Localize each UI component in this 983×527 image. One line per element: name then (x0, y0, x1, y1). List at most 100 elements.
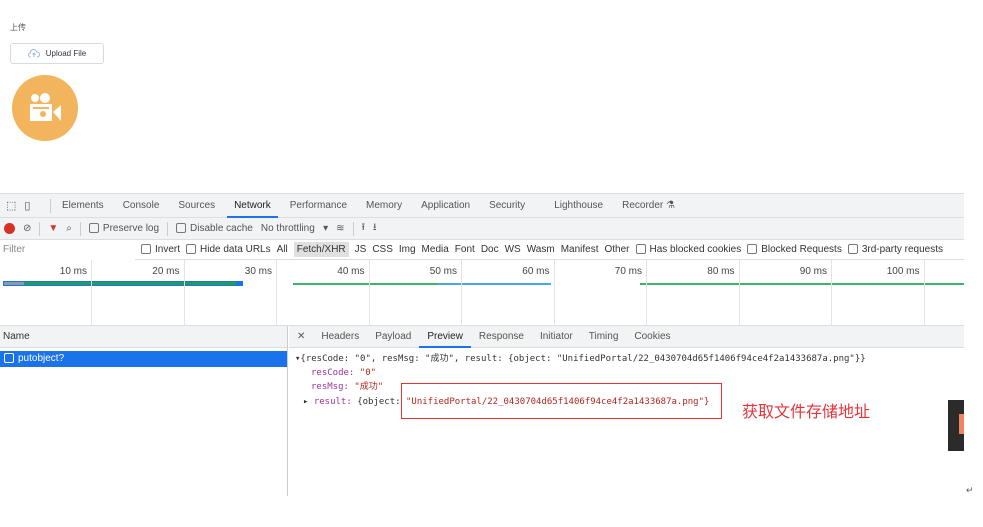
filter-type-js[interactable]: JS (355, 244, 367, 255)
timeline-gridline (461, 260, 462, 326)
timeline-gridline (831, 260, 832, 326)
network-toolbar: ⊘ ▼ ⌕ Preserve log Disable cache No thro… (0, 218, 964, 240)
third-party-requests-checkbox[interactable]: 3rd-party requests (847, 244, 943, 255)
filter-type-other[interactable]: Other (604, 244, 629, 255)
network-conditions-icon[interactable]: ≋ (336, 223, 344, 234)
device-toolbar-icon[interactable]: ▯ (24, 199, 30, 212)
video-camera-icon (30, 93, 61, 121)
filter-type-ws[interactable]: WS (505, 244, 521, 255)
filter-type-all[interactable]: All (277, 244, 288, 255)
filter-type-css[interactable]: CSS (372, 244, 393, 255)
preserve-log-checkbox[interactable]: Preserve log (88, 223, 160, 234)
checkbox-icon (635, 244, 646, 255)
timeline-gridline (183, 260, 185, 326)
record-icon[interactable] (4, 223, 15, 234)
disable-cache-label: Disable cache (190, 223, 253, 234)
tab-headers[interactable]: Headers (313, 326, 367, 348)
tab-lighthouse[interactable]: Lighthouse (547, 194, 610, 218)
timeline-gridline (738, 260, 740, 326)
blocked-requests-checkbox[interactable]: Blocked Requests (747, 244, 842, 255)
detail-tabbar: ✕ Headers Payload Preview Response Initi… (289, 326, 964, 348)
clear-icon[interactable]: ⊘ (23, 223, 31, 234)
divider (79, 221, 81, 236)
timeline-tick-label: 60 ms (522, 266, 550, 277)
tab-memory[interactable]: Memory (359, 194, 409, 218)
timeline-tick-label: 10 ms (59, 266, 87, 277)
timeline-gridline (91, 260, 92, 326)
json-root-row[interactable]: ▾{resCode: "0", resMsg: "成功", result: {o… (295, 352, 964, 366)
filter-type-wasm[interactable]: Wasm (527, 244, 555, 255)
json-rescode-row: resCode: "0" (295, 366, 964, 380)
tab-performance[interactable]: Performance (283, 194, 354, 218)
export-har-icon[interactable]: ⭳ (373, 220, 377, 237)
tab-response[interactable]: Response (471, 326, 532, 348)
tab-payload[interactable]: Payload (367, 326, 419, 348)
filter-type-font[interactable]: Font (455, 244, 475, 255)
tab-sources[interactable]: Sources (171, 194, 222, 218)
filter-type-media[interactable]: Media (422, 244, 449, 255)
has-blocked-cookies-label: Has blocked cookies (649, 244, 742, 255)
filter-input[interactable]: Filter (0, 239, 135, 260)
tab-cookies[interactable]: Cookies (626, 326, 678, 348)
filter-type-fetch-xhr[interactable]: Fetch/XHR (293, 242, 349, 257)
cloud-upload-icon (27, 49, 40, 58)
preserve-log-label: Preserve log (102, 223, 160, 234)
json-key: result: (313, 397, 352, 407)
checkbox-icon (88, 223, 99, 234)
upload-file-button[interactable]: Upload File (10, 43, 104, 64)
close-icon[interactable]: ✕ (289, 326, 313, 348)
timeline-gridline (646, 260, 647, 326)
filter-type-doc[interactable]: Doc (481, 244, 499, 255)
video-camera-avatar (12, 75, 78, 141)
divider (167, 221, 169, 236)
inspect-element-icon[interactable]: ⬚ (6, 199, 16, 212)
timeline-tick-label: 70 ms (614, 266, 642, 277)
tab-application[interactable]: Application (414, 194, 477, 218)
timeline-bar-2 (293, 283, 438, 285)
import-har-icon[interactable]: ⭱ (362, 220, 366, 237)
throttling-select[interactable]: No throttling ▾ (261, 223, 328, 234)
widget-accent (959, 414, 964, 434)
divider (352, 221, 354, 236)
highlight-box (401, 383, 722, 419)
timeline-bar-waiting (4, 282, 24, 285)
filter-type-img[interactable]: Img (399, 244, 416, 255)
timeline-tick-label: 20 ms (152, 266, 180, 277)
filter-icon[interactable]: ▼ (48, 223, 58, 234)
upload-label: 上传 (10, 23, 26, 32)
timeline-gridline (276, 260, 277, 326)
hide-data-urls-checkbox[interactable]: Hide data URLs (186, 244, 271, 255)
timeline-bar-3 (438, 283, 551, 285)
json-prefix: {object: (357, 397, 406, 407)
checkbox-icon (847, 244, 858, 255)
invert-checkbox[interactable]: Invert (141, 244, 180, 255)
filter-bar: Filter Invert Hide data URLs All Fetch/X… (0, 239, 964, 260)
tab-security[interactable]: Security (482, 194, 532, 218)
has-blocked-cookies-checkbox[interactable]: Has blocked cookies (635, 244, 742, 255)
floating-widget[interactable] (948, 400, 964, 451)
network-timeline-overview[interactable]: 10 ms 20 ms 30 ms 40 ms 50 ms 60 ms 70 ms 80 ms… (0, 260, 964, 326)
timeline-tick-label: 80 ms (707, 266, 735, 277)
disable-cache-checkbox[interactable]: Disable cache (176, 223, 253, 234)
json-key: resMsg: (311, 382, 349, 392)
tab-console[interactable]: Console (116, 194, 167, 218)
checkbox-icon (176, 223, 187, 234)
json-value: "成功" (354, 382, 384, 392)
timeline-bar-download (24, 282, 236, 285)
tab-recorder[interactable]: Recorder ⚗ (615, 194, 682, 218)
tab-timing[interactable]: Timing (581, 326, 627, 348)
flask-icon: ⚗ (666, 199, 676, 211)
name-column-header[interactable]: Name (0, 326, 287, 348)
request-row[interactable]: putobject?object=UnifiedPortal%2F22_0430… (0, 351, 287, 367)
tab-initiator[interactable]: Initiator (532, 326, 581, 348)
search-icon[interactable]: ⌕ (66, 223, 72, 234)
request-icon (4, 353, 14, 364)
return-mark: ↵ (966, 485, 974, 495)
blocked-requests-label: Blocked Requests (761, 244, 842, 255)
tab-preview[interactable]: Preview (419, 326, 471, 348)
timeline-tick-label: 100 ms (886, 266, 920, 277)
json-summary: {resCode: "0", resMsg: "成功", result: {ob… (300, 354, 866, 364)
tab-elements[interactable]: Elements (55, 194, 111, 218)
tab-network[interactable]: Network (227, 194, 278, 218)
filter-type-manifest[interactable]: Manifest (561, 244, 599, 255)
